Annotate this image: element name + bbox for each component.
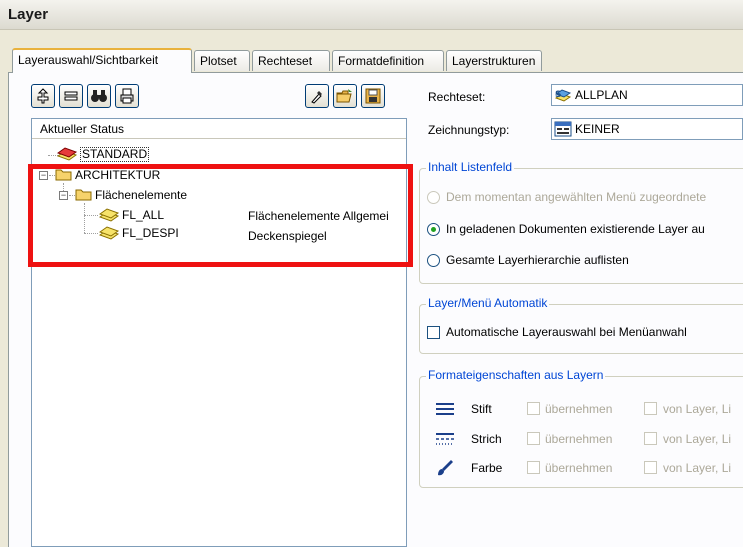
save-disk-icon — [365, 88, 381, 104]
eyedropper-button[interactable] — [305, 84, 329, 108]
checkbox-label: von Layer, Li — [663, 461, 732, 475]
checkbox-label: Automatische Layerauswahl bei Menüanwahl — [446, 325, 687, 339]
checkbox-label: übernehmen — [545, 432, 613, 446]
print-icon — [120, 88, 134, 104]
rechteset-field[interactable]: S ALLPLAN — [551, 84, 743, 106]
group-title: Formateigenschaften aus Layern — [426, 368, 606, 382]
zeichnungstyp-value: KEINER — [575, 122, 620, 136]
eyedropper-icon — [311, 91, 322, 104]
auto-layer-checkbox[interactable] — [427, 326, 440, 339]
window-title: Layer — [8, 6, 49, 23]
tree-label: STANDARD — [80, 146, 150, 162]
rechteset-label: Rechteset: — [428, 90, 486, 104]
tab-plotset[interactable]: Plotset — [194, 50, 250, 71]
open-folder-button[interactable] — [333, 84, 357, 108]
format-row-label: Stift — [471, 402, 492, 416]
layer-list-icon — [64, 91, 78, 101]
stift-uebernehmen-checkbox[interactable] — [527, 402, 540, 415]
rechteset-value: ALLPLAN — [575, 88, 628, 102]
dashed-lines-icon — [436, 433, 454, 445]
tab-layerstrukturen[interactable]: Layerstrukturen — [446, 50, 542, 71]
svg-text:S: S — [555, 90, 561, 100]
radio-option-hierarchy[interactable] — [427, 254, 440, 267]
find-button[interactable] — [87, 84, 111, 108]
highlight-box — [28, 164, 413, 267]
checkbox-label: von Layer, Li — [663, 402, 732, 416]
checkbox-label: übernehmen — [545, 461, 613, 475]
farbe-von-layer-checkbox[interactable] — [644, 461, 657, 474]
layer-standard-icon — [56, 147, 78, 161]
tab-layerauswahl[interactable]: Layerauswahl/Sichtbarkeit — [12, 48, 192, 73]
format-row-label: Farbe — [471, 461, 503, 475]
tree-header: Aktueller Status — [32, 119, 406, 139]
stift-von-layer-checkbox[interactable] — [644, 402, 657, 415]
tree-node-standard[interactable]: STANDARD — [56, 146, 150, 162]
title-bar: Layer — [0, 0, 743, 30]
radio-selected-dot — [431, 227, 436, 232]
rights-set-icon: S — [554, 89, 572, 102]
strich-uebernehmen-checkbox[interactable] — [527, 432, 540, 445]
farbe-uebernehmen-checkbox[interactable] — [527, 461, 540, 474]
zeichnungstyp-field[interactable]: KEINER — [551, 118, 743, 140]
pen-lines-icon — [436, 403, 454, 415]
open-folder-icon — [336, 89, 352, 103]
drawing-type-icon — [554, 121, 572, 137]
checkbox-label: von Layer, Li — [663, 432, 732, 446]
radio-label: In geladenen Dokumenten existierende Lay… — [446, 222, 705, 236]
group-title: Layer/Menü Automatik — [426, 296, 550, 310]
find-binoculars-icon — [91, 90, 107, 102]
strich-von-layer-checkbox[interactable] — [644, 432, 657, 445]
color-brush-icon — [438, 460, 453, 476]
format-row-label: Strich — [471, 432, 502, 446]
print-button[interactable] — [115, 84, 139, 108]
layer-new-button[interactable] — [31, 84, 55, 108]
layer-new-icon — [37, 88, 49, 104]
zeichnungstyp-label: Zeichnungstyp: — [428, 123, 510, 137]
tab-rechteset[interactable]: Rechteset — [252, 50, 330, 71]
save-button[interactable] — [361, 84, 385, 108]
radio-label: Gesamte Layerhierarchie auflisten — [446, 253, 629, 267]
radio-option-menu[interactable] — [427, 191, 440, 204]
group-title: Inhalt Listenfeld — [426, 160, 515, 174]
layer-list-button[interactable] — [59, 84, 83, 108]
radio-option-documents[interactable] — [427, 223, 440, 236]
radio-label: Dem momentan angewählten Menü zugeordnet… — [446, 190, 707, 204]
tab-formatdefinition[interactable]: Formatdefinition — [332, 50, 444, 71]
layer-dialog: Layer Layerauswahl/Sichtbarkeit Plotset … — [0, 0, 743, 547]
checkbox-label: übernehmen — [545, 402, 613, 416]
